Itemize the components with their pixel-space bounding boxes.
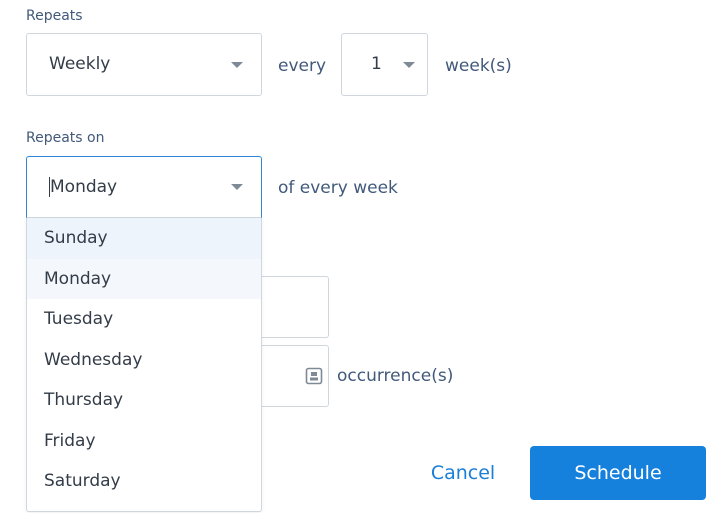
- dropdown-option-friday[interactable]: Friday: [27, 421, 261, 462]
- calendar-icon[interactable]: [305, 367, 323, 385]
- weekday-dropdown-list: Sunday Monday Tuesday Wednesday Thursday…: [26, 218, 262, 512]
- weekday-select[interactable]: Monday: [26, 156, 262, 218]
- occurrences-text: occurrence(s): [337, 366, 454, 386]
- cancel-button[interactable]: Cancel: [418, 450, 508, 496]
- every-week-text: of every week: [278, 178, 398, 198]
- frequency-select[interactable]: Weekly: [26, 33, 262, 96]
- repeats-on-label: Repeats on: [26, 130, 105, 146]
- dropdown-option-saturday[interactable]: Saturday: [27, 461, 261, 502]
- repeats-label: Repeats: [26, 8, 83, 24]
- interval-select-value: 1: [371, 54, 382, 74]
- interval-select[interactable]: 1: [341, 33, 428, 96]
- chevron-down-icon: [231, 62, 243, 68]
- dropdown-option-sunday[interactable]: Sunday: [27, 218, 261, 259]
- chevron-down-icon: [403, 62, 415, 68]
- dropdown-option-monday[interactable]: Monday: [27, 258, 261, 299]
- frequency-select-value: Weekly: [49, 54, 111, 74]
- week-unit-text: week(s): [445, 56, 512, 76]
- dropdown-option-wednesday[interactable]: Wednesday: [27, 340, 261, 381]
- dropdown-option-thursday[interactable]: Thursday: [27, 380, 261, 421]
- every-text: every: [278, 56, 327, 76]
- schedule-button[interactable]: Schedule: [530, 446, 706, 500]
- schedule-recurrence-form: Repeats Weekly every 1 week(s) Repeats o…: [0, 0, 721, 513]
- chevron-down-icon: [231, 184, 243, 190]
- weekday-select-value: Monday: [50, 177, 118, 197]
- dropdown-option-tuesday[interactable]: Tuesday: [27, 299, 261, 340]
